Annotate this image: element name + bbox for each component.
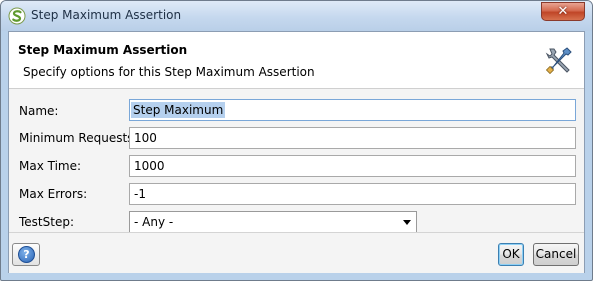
soapui-app-icon: [8, 7, 26, 25]
minimum-requests-label: Minimum Requests:: [19, 131, 138, 145]
chevron-down-icon[interactable]: [403, 220, 411, 225]
max-time-label: Max Time:: [19, 159, 82, 173]
help-icon: ?: [18, 246, 35, 263]
max-errors-label: Max Errors:: [19, 187, 88, 201]
tools-icon: [545, 47, 572, 75]
help-button[interactable]: ?: [12, 243, 40, 266]
name-value: Step Maximum: [131, 102, 226, 118]
header-title: Step Maximum Assertion: [18, 43, 188, 57]
teststep-selected-value: - Any -: [134, 215, 174, 229]
name-field[interactable]: Step Maximum: [129, 99, 576, 121]
header-description: Specify options for this Step Maximum As…: [23, 65, 315, 79]
minimum-requests-field[interactable]: [129, 127, 576, 149]
dialog-content: Step Maximum Assertion Specify options f…: [8, 31, 585, 273]
max-time-field[interactable]: [129, 155, 576, 177]
options-form: Name: Step Maximum Minimum Requests: Max…: [9, 89, 584, 233]
cancel-button[interactable]: Cancel: [533, 243, 579, 266]
name-label: Name:: [19, 104, 59, 118]
max-errors-field[interactable]: [129, 183, 576, 205]
teststep-select[interactable]: - Any -: [129, 211, 417, 233]
close-icon: ✕: [557, 4, 569, 19]
dialog-window: Step Maximum Assertion ✕ Step Maximum As…: [0, 0, 593, 281]
close-button[interactable]: ✕: [541, 2, 585, 21]
ok-button[interactable]: OK: [498, 243, 524, 266]
dialog-footer: ? OK Cancel: [9, 232, 584, 273]
window-title: Step Maximum Assertion: [31, 8, 182, 22]
dialog-header: Step Maximum Assertion Specify options f…: [9, 32, 584, 89]
teststep-label: TestStep:: [19, 215, 74, 229]
title-bar[interactable]: Step Maximum Assertion ✕: [1, 1, 592, 31]
